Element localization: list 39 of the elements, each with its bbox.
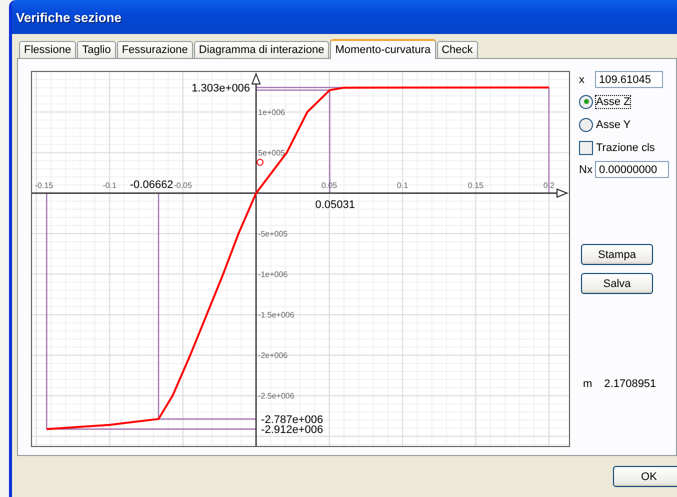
value-label: -0.06662 xyxy=(130,179,174,192)
tab[interactable]: Taglio xyxy=(77,41,116,58)
action-button[interactable]: Salva xyxy=(581,273,653,294)
point-marker xyxy=(256,158,264,166)
tab[interactable]: Check xyxy=(436,41,478,58)
tick-label: -2.5e+006 xyxy=(258,392,294,401)
ok-button[interactable]: OK xyxy=(613,466,677,487)
value-label: -2.787e+006 xyxy=(261,414,324,426)
radio-label: Asse Z xyxy=(596,96,630,108)
tick-label: 5e+005 xyxy=(258,148,285,158)
tick-label: -0.1 xyxy=(102,181,116,190)
reading-label: m xyxy=(583,378,592,390)
tab[interactable]: Fessurazione xyxy=(116,41,193,58)
value-label: 1.303e+006 xyxy=(192,82,250,94)
input-field[interactable]: 109.61045 xyxy=(595,71,663,88)
radio-button[interactable] xyxy=(579,94,593,108)
tick-label: -1.5e+006 xyxy=(258,310,294,320)
tab[interactable]: Flessione xyxy=(19,41,76,58)
tick-label: 1e+006 xyxy=(258,108,285,118)
tick-label: -0.05 xyxy=(174,181,192,190)
action-button[interactable]: Stampa xyxy=(581,244,653,265)
value-label: -2.912e+006 xyxy=(261,424,324,436)
tab[interactable]: Momento-curvatura xyxy=(330,39,436,59)
checkbox-label: Trazione cls xyxy=(596,142,655,154)
tick-label: -5e+005 xyxy=(258,230,288,239)
tick-label: -2e+006 xyxy=(258,351,288,360)
radio-label: Asse Y xyxy=(596,118,631,130)
checkbox[interactable] xyxy=(579,140,593,154)
reading-value: 2.1708951 xyxy=(604,378,656,390)
tick-label: -1e+006 xyxy=(258,270,288,280)
window-title: Verifiche sezione xyxy=(16,10,122,24)
radio-button[interactable] xyxy=(579,118,593,132)
tick-label: 0.1 xyxy=(396,181,408,190)
field-label: x xyxy=(579,74,586,86)
tab[interactable]: Diagramma di interazione xyxy=(194,41,330,58)
value-label: 0.05031 xyxy=(315,199,356,212)
tick-label: -0.15 xyxy=(34,181,54,190)
input-field[interactable]: 0.00000000 xyxy=(595,161,669,178)
tick-label: 0.15 xyxy=(468,181,484,190)
